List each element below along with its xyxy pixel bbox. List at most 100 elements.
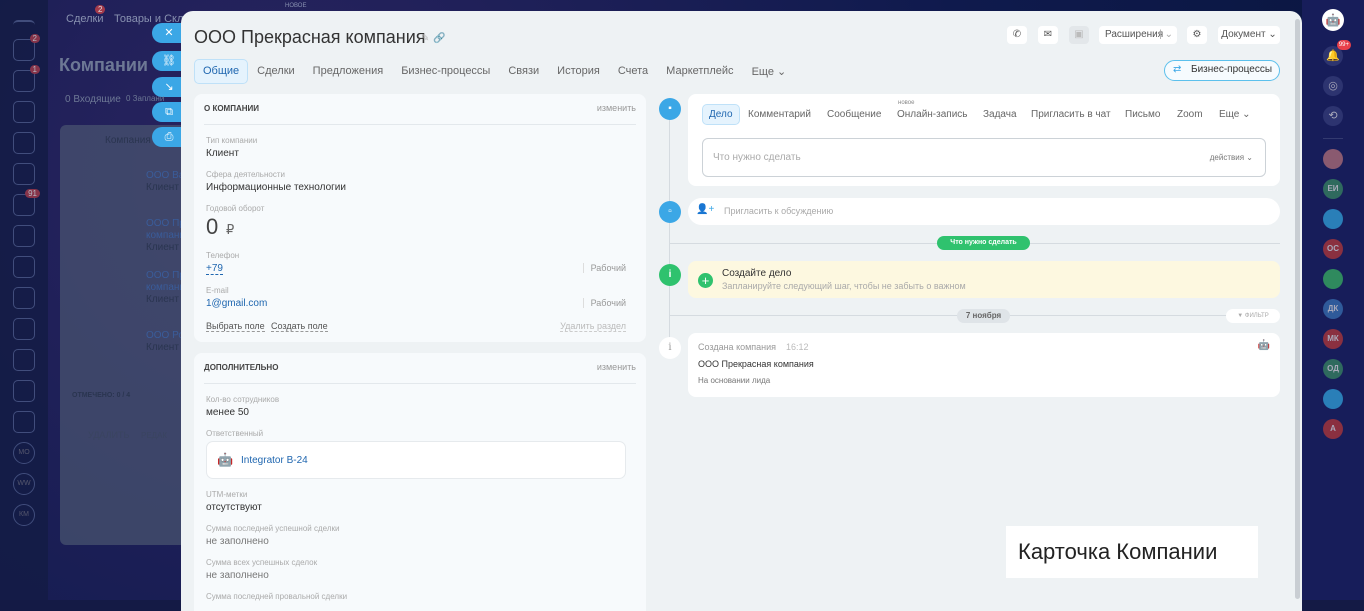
info-icon: i	[659, 337, 681, 359]
select-field-link[interactable]: Выбрать поле	[206, 321, 265, 332]
analytics-icon[interactable]	[13, 256, 35, 278]
chat-avatar[interactable]	[1323, 149, 1343, 169]
gear-icon: ⚙	[1192, 29, 1202, 40]
robot-icon: 🤖	[1257, 340, 1270, 351]
timeline-line	[669, 109, 670, 359]
document-dropdown[interactable]: Документ ⌄	[1218, 26, 1280, 44]
tab-market[interactable]: Маркетплейс	[657, 59, 742, 84]
email-link[interactable]: 1@gmail.com	[206, 298, 267, 309]
field-label: E-mail	[206, 286, 229, 295]
settings-button[interactable]: ⚙	[1187, 26, 1207, 44]
tab-more[interactable]: Еще ⌄	[743, 59, 796, 84]
company-card-slider: ООО Прекрасная компания ✎ 🔗 ✆ ✉ ▣ Расшир…	[181, 11, 1302, 611]
code-icon[interactable]	[13, 411, 35, 433]
robot-icon[interactable]	[13, 318, 35, 340]
currency: ₽	[226, 222, 235, 237]
tab-invite-chat[interactable]: Пригласить в чат	[1031, 109, 1111, 120]
chat-avatar[interactable]: ДК	[1323, 299, 1343, 319]
email-button[interactable]: ✉	[1038, 26, 1058, 44]
invite-bar[interactable]: 👤+ Пригласить к обсуждению	[688, 198, 1280, 225]
chat-avatar[interactable]	[1323, 209, 1343, 229]
chat-avatar[interactable]: А	[1323, 419, 1343, 439]
date-pill: 7 ноября	[957, 309, 1010, 323]
tab-message[interactable]: Сообщение	[827, 109, 881, 120]
chat-avatar[interactable]	[1323, 269, 1343, 289]
chat-avatar[interactable]: ОС	[1323, 239, 1343, 259]
bp-icon: ⇄	[1173, 64, 1182, 75]
revenue-value: 0	[206, 214, 219, 239]
field-label: Телефон	[206, 251, 240, 260]
tab-more[interactable]: Еще ⌄	[1219, 109, 1251, 120]
scrollbar[interactable]	[1295, 19, 1300, 599]
chat-avatar[interactable]: ЕИ	[1323, 179, 1343, 199]
activity-editor: Дело Комментарий Сообщение новое Онлайн-…	[688, 94, 1280, 186]
bg-filter: 0 Входящие	[65, 94, 121, 105]
chat-avatar[interactable]	[1323, 389, 1343, 409]
copilot-icon[interactable]: ◎	[1323, 76, 1343, 96]
user-avatar[interactable]: 🤖	[1322, 9, 1344, 31]
box-icon[interactable]	[13, 349, 35, 371]
tab-zoom[interactable]: Zoom	[1177, 109, 1203, 120]
tasks-icon[interactable]: 1	[13, 65, 40, 92]
tab-history[interactable]: История	[548, 59, 609, 84]
edit-link[interactable]: изменить	[597, 103, 636, 113]
field-value: не заполнено	[206, 536, 269, 547]
create-field-link[interactable]: Создать поле	[271, 321, 328, 332]
email-type: Рабочий	[582, 298, 626, 308]
messenger-icon[interactable]: ⟲	[1323, 106, 1343, 126]
chat-button[interactable]: ▣	[1069, 26, 1089, 44]
collapse-icon: ↘	[164, 81, 174, 93]
chat-avatar[interactable]: МК	[1323, 329, 1343, 349]
tab-invoices[interactable]: Счета	[609, 59, 657, 84]
tab-bp[interactable]: Бизнес-процессы	[392, 59, 499, 84]
tab-comment[interactable]: Комментарий	[748, 109, 811, 120]
bg-filter-planned: 0 Заплани	[126, 94, 165, 103]
plus-icon[interactable]: +	[698, 273, 713, 288]
tab-task[interactable]: Задача	[983, 109, 1017, 120]
target-icon[interactable]	[13, 132, 35, 154]
tab-links[interactable]: Связи	[499, 59, 548, 84]
tab-general[interactable]: Общие	[194, 59, 249, 84]
app-km[interactable]: КМ	[13, 504, 35, 526]
left-rail: 2 1 91 МО WW КМ	[0, 0, 48, 600]
tab-letter[interactable]: Письмо	[1125, 109, 1160, 120]
extensions-dropdown[interactable]: Расширения | ⌄	[1099, 26, 1177, 44]
app-mo[interactable]: МО	[13, 442, 35, 464]
link-icon: ⛓	[162, 55, 176, 67]
business-processes-button[interactable]: ⇄ Бизнес-процессы	[1164, 60, 1280, 81]
phone-type: Рабочий	[582, 263, 626, 273]
nav-deals[interactable]: Сделки	[66, 13, 104, 25]
add-user-icon: 👤+	[696, 204, 715, 215]
comment-icon: ▪	[659, 98, 681, 120]
tab-booking[interactable]: Онлайн-запись	[897, 109, 968, 120]
tab-quotes[interactable]: Предложения	[304, 59, 393, 84]
tab-todo[interactable]: Дело	[702, 104, 740, 125]
info-icon: i	[659, 264, 681, 286]
edit-link[interactable]: изменить	[597, 362, 636, 372]
notifications-button[interactable]: 🔔 99+	[1323, 40, 1351, 66]
actions-dropdown[interactable]: действия ⌄	[1210, 153, 1253, 162]
field-value: Клиент	[206, 148, 239, 159]
menu-icon[interactable]	[13, 20, 35, 30]
delete-section-link[interactable]: Удалить раздел	[560, 321, 626, 332]
automation-icon[interactable]	[13, 225, 35, 247]
create-activity-banner[interactable]: + Создайте дело Запланируйте следующий ш…	[688, 261, 1280, 298]
checklist-icon[interactable]: 91	[13, 189, 40, 216]
app-ww[interactable]: WW	[13, 473, 35, 495]
tab-deals[interactable]: Сделки	[248, 59, 304, 84]
call-button[interactable]: ✆	[1007, 26, 1027, 44]
crm-icon[interactable]: 2	[13, 34, 40, 61]
cart-icon[interactable]	[13, 163, 35, 185]
store-icon[interactable]	[13, 101, 35, 123]
market-icon[interactable]	[13, 380, 35, 402]
edit-title-icon[interactable]: ✎	[421, 33, 429, 44]
responsible-user[interactable]: 🤖 Integrator B-24	[206, 441, 626, 479]
sites-icon[interactable]	[13, 287, 35, 309]
copy-link-icon[interactable]: 🔗	[433, 33, 445, 44]
filter-button[interactable]: ▼ ФИЛЬТР	[1226, 309, 1280, 323]
card-tabs: Общие Сделки Предложения Бизнес-процессы…	[194, 59, 795, 84]
chat-avatar[interactable]: ОД	[1323, 359, 1343, 379]
todo-input[interactable]: Что нужно сделать действия ⌄	[702, 138, 1266, 177]
todo-pill: Что нужно сделать	[937, 236, 1030, 250]
phone-link[interactable]: +79	[206, 263, 223, 275]
